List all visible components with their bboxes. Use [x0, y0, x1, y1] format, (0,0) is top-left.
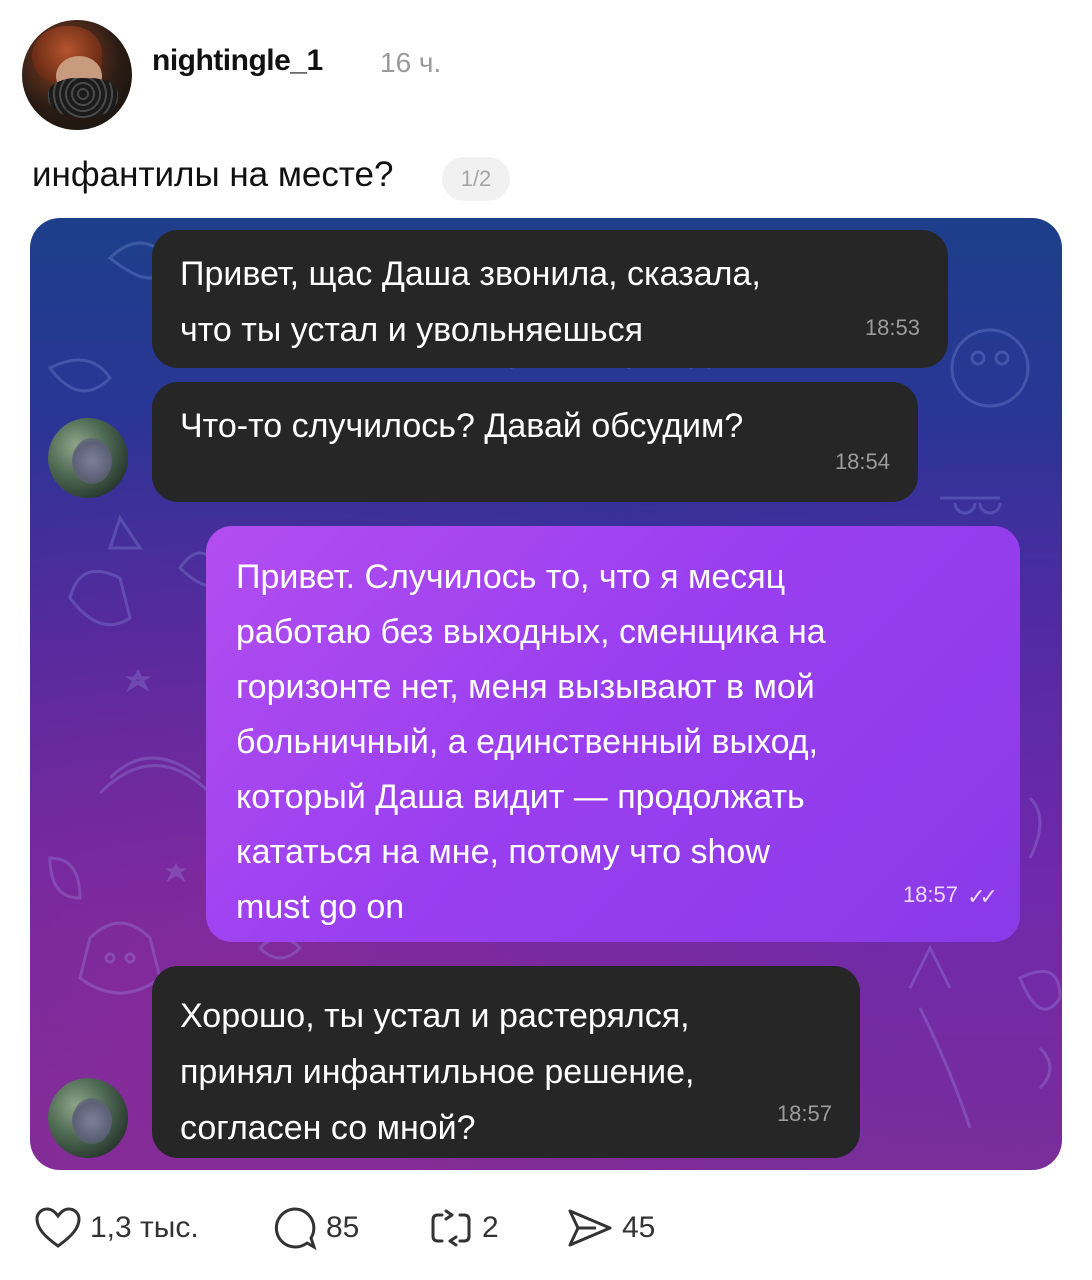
- comment-icon: [272, 1205, 318, 1251]
- chat-message-outgoing[interactable]: Привет. Случилось то, что я месяц работа…: [206, 526, 1020, 942]
- author-username[interactable]: nightingle_1: [152, 44, 323, 78]
- message-time: 18:57: [776, 1101, 832, 1126]
- message-text: Привет. Случилось то, что я месяц работа…: [236, 558, 826, 926]
- chat-message-incoming[interactable]: Что-то случилось? Давай обсудим? 18:54: [152, 382, 918, 502]
- avatar-blurred-face: [72, 438, 112, 484]
- share-button[interactable]: 45: [566, 1198, 655, 1258]
- comment-button[interactable]: 85: [272, 1198, 359, 1258]
- post-caption: инфантилы на месте?: [32, 155, 394, 194]
- share-icon: [566, 1205, 614, 1251]
- heart-icon: [34, 1206, 82, 1250]
- author-avatar[interactable]: [22, 20, 132, 130]
- message-text: Хорошо, ты устал и растерялся, принял ин…: [180, 997, 695, 1147]
- post-action-bar: 1,3 тыс. 85 2 45: [0, 1198, 1092, 1258]
- image-page-indicator: 1/2: [442, 157, 510, 201]
- double-check-icon: ✓✓: [967, 884, 998, 909]
- message-time: 18:54: [834, 449, 890, 474]
- chat-message-incoming[interactable]: Привет, щас Даша звонила, сказала, что т…: [152, 230, 948, 368]
- repost-icon: [428, 1205, 474, 1251]
- like-button[interactable]: 1,3 тыс.: [34, 1198, 199, 1258]
- message-time: 18:53: [864, 315, 920, 340]
- message-text: Что-то случилось? Давай обсудим?: [180, 407, 744, 445]
- attached-chat-screenshot[interactable]: Привет, щас Даша звонила, сказала, что т…: [30, 218, 1062, 1170]
- reposts-count: 2: [482, 1211, 499, 1244]
- chat-message-incoming[interactable]: Хорошо, ты устал и растерялся, принял ин…: [152, 966, 860, 1158]
- post-timestamp: 16 ч.: [380, 47, 442, 78]
- shares-count: 45: [622, 1211, 656, 1244]
- comments-count: 85: [326, 1211, 360, 1244]
- likes-count: 1,3 тыс.: [90, 1211, 199, 1244]
- sender-avatar[interactable]: [48, 1078, 128, 1158]
- message-text: Привет, щас Даша звонила, сказала, что т…: [180, 255, 761, 349]
- avatar-bandana: [48, 78, 118, 118]
- message-time: 18:57: [902, 882, 958, 907]
- repost-button[interactable]: 2: [428, 1198, 499, 1258]
- sender-avatar[interactable]: [48, 418, 128, 498]
- avatar-blurred-face: [72, 1098, 112, 1144]
